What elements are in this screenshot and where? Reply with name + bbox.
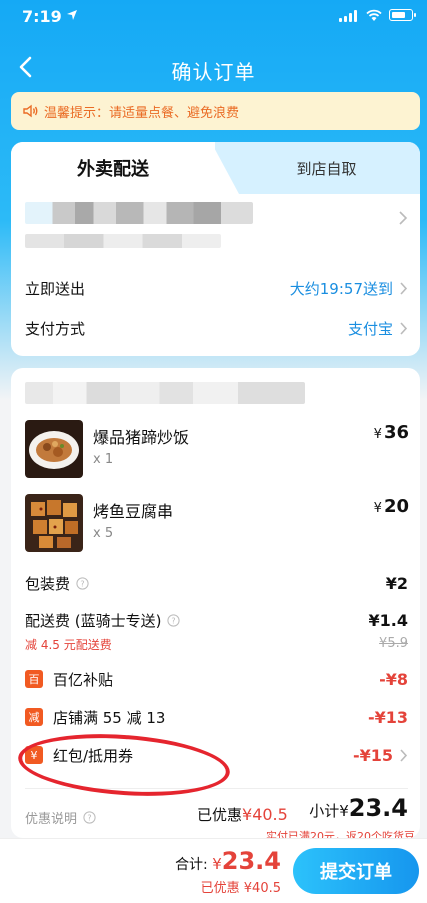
- packing-fee-label: 包装费: [25, 574, 71, 593]
- item-name: 爆品猪蹄炒饭: [93, 428, 190, 447]
- address-chevron-icon[interactable]: [398, 210, 408, 226]
- svg-text:?: ?: [87, 814, 91, 823]
- discount-label: 百亿补贴: [53, 670, 114, 689]
- speaker-icon: [23, 104, 38, 118]
- item-price: ¥36: [374, 422, 409, 443]
- currency-symbol: ¥: [373, 501, 382, 516]
- discount-value: -¥13: [367, 707, 408, 727]
- discount-note-label: 优惠说明: [25, 812, 78, 827]
- tab-delivery[interactable]: 外卖配送: [11, 142, 239, 194]
- svg-text:?: ?: [80, 579, 84, 588]
- delivery-fee-label: 配送费 (蓝骑士专送): [25, 611, 162, 630]
- total-value: 23.4: [221, 847, 281, 875]
- delivery-card: 到店自取 外卖配送 立即送出 大约19:57送到 支付方式 支付宝: [11, 142, 420, 356]
- discount-row: 减 店铺满 55 减 13 -¥13: [25, 706, 408, 728]
- saved-prefix: 已优惠: [197, 806, 243, 824]
- item-qty: x 5: [93, 526, 114, 541]
- total-saved: 已优惠 ¥40.5: [200, 881, 281, 896]
- status-bar: 7:19: [0, 0, 427, 34]
- saved-amount: 已优惠¥40.5: [197, 804, 288, 825]
- page-title: 确认订单: [171, 60, 256, 84]
- coupon-value: -¥15: [352, 745, 393, 765]
- item-qty: x 1: [93, 452, 114, 467]
- contact-redacted: [25, 234, 221, 248]
- packing-fee-value: ¥2: [385, 573, 408, 593]
- currency-symbol: ¥: [339, 802, 349, 820]
- help-icon[interactable]: ?: [83, 811, 96, 824]
- subtotal-value: 23.4: [348, 794, 408, 822]
- currency-symbol: ¥: [373, 427, 382, 442]
- location-arrow-icon: [67, 10, 77, 20]
- total-label: 合计:: [175, 857, 208, 873]
- battery-icon: [389, 9, 416, 21]
- order-total: 合计: ¥23.4: [175, 847, 281, 875]
- payment-method-row[interactable]: 支付方式 支付宝: [25, 316, 408, 340]
- svg-text:?: ?: [172, 616, 176, 625]
- chevron-right-icon: [399, 321, 408, 336]
- status-time: 7:19: [22, 7, 62, 26]
- chevron-right-icon: [399, 748, 408, 763]
- chevron-right-icon: [399, 281, 408, 296]
- list-item[interactable]: 烤鱼豆腐串 x 5 ¥20: [25, 494, 409, 556]
- delivery-fee-value: ¥1.4: [368, 610, 408, 630]
- item-price: ¥20: [374, 496, 409, 517]
- discount-value: -¥8: [379, 669, 408, 689]
- notice-banner: 温馨提示：请适量点餐、避免浪费: [11, 92, 420, 130]
- discount-label: 店铺满 55 减 13: [53, 708, 166, 727]
- item-price-value: 36: [383, 422, 409, 443]
- delivery-fee-original: ¥5.9: [379, 636, 408, 651]
- subtotal: 小计¥23.4: [309, 794, 408, 822]
- delivery-time-row[interactable]: 立即送出 大约19:57送到: [25, 276, 408, 300]
- order-summary: 优惠说明 ? 已优惠¥40.5 小计¥23.4: [25, 794, 408, 830]
- currency-symbol: ¥: [212, 855, 222, 873]
- wifi-icon: [366, 9, 382, 21]
- delivery-time-value: 大约19:57送到: [289, 279, 393, 298]
- help-icon[interactable]: ?: [76, 576, 89, 590]
- checkout-bar: 合计: ¥23.4 已优惠 ¥40.5 提交订单: [0, 838, 427, 903]
- delivery-fee-row: 配送费 (蓝骑士专送) ? ¥1.4: [25, 609, 408, 631]
- packing-fee-row: 包装费 ? ¥2: [25, 572, 408, 594]
- subtotal-label: 小计: [309, 802, 340, 820]
- item-name: 烤鱼豆腐串: [93, 502, 174, 521]
- list-item[interactable]: 爆品猪蹄炒饭 x 1 ¥36: [25, 420, 409, 482]
- signal-icon: [339, 10, 357, 22]
- food-image: [25, 494, 83, 552]
- address-redacted[interactable]: [25, 202, 253, 224]
- item-price-value: 20: [383, 496, 409, 517]
- food-image: [25, 420, 83, 478]
- payment-method-label: 支付方式: [25, 319, 86, 338]
- delivery-time-label: 立即送出: [25, 279, 86, 298]
- nav-bar: 确认订单: [0, 46, 427, 90]
- discount-note[interactable]: 优惠说明 ?: [25, 808, 96, 827]
- submit-order-button[interactable]: 提交订单: [293, 848, 419, 894]
- reduction-badge-icon: 减: [25, 708, 43, 726]
- shop-name-redacted: [25, 382, 305, 404]
- payment-method-value: 支付宝: [347, 319, 393, 338]
- notice-text: 温馨提示：请适量点餐、避免浪费: [44, 105, 240, 121]
- tab-pickup[interactable]: 到店自取: [215, 142, 420, 194]
- delivery-tabs: 到店自取 外卖配送: [11, 142, 420, 194]
- help-icon[interactable]: ?: [167, 613, 181, 627]
- delivery-fee-discount: 减 4.5 元配送费: [25, 638, 112, 652]
- discount-row: 百 百亿补贴 -¥8: [25, 668, 408, 690]
- saved-value: ¥40.5: [242, 805, 288, 824]
- subsidy-badge-icon: 百: [25, 670, 43, 688]
